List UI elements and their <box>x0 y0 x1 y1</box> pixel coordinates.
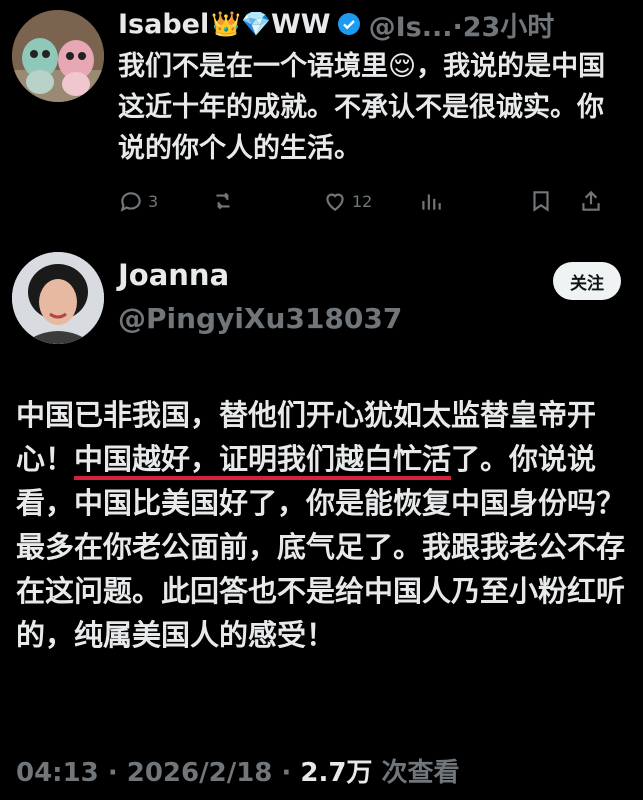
reply-icon <box>120 192 141 212</box>
tweet1-text: 我们不是在一个语境里😌，我说的是中国这近十年的成就。不承认不是很诚实。你说的你个… <box>118 51 606 164</box>
avatar-isabel[interactable] <box>12 10 104 102</box>
tweet2-timestamp[interactable]: 04:13 · 2026/2/18 · <box>16 758 300 788</box>
bookmark-button[interactable] <box>528 188 578 214</box>
avatar-joanna[interactable] <box>12 252 104 344</box>
profile-photo-image <box>12 252 104 344</box>
reply-count: 3 <box>148 191 159 211</box>
like-count: 12 <box>352 191 373 211</box>
tweet2-author-name[interactable]: Joanna <box>118 258 229 292</box>
plush-toys-avatar-image <box>12 10 104 102</box>
repost-button[interactable] <box>210 188 322 214</box>
tweet2-handle[interactable]: @PingyiXu318037 <box>118 302 402 335</box>
tweet1-header: Isabel 👑💎 WW @Is...·23小时 <box>118 4 554 44</box>
repost-icon <box>216 192 230 210</box>
tweet2-highlighted-text: 中国越好，证明我们越白忙活 <box>74 442 452 476</box>
tweet2-view-label: 次查看 <box>372 758 460 788</box>
tweet2-text: 中国已非我国，替他们开心犹如太监替皇帝开心！中国越好，证明我们越白忙活了。你说说… <box>16 393 631 657</box>
share-button[interactable] <box>578 188 618 214</box>
like-button[interactable]: 12 <box>322 188 418 214</box>
verified-badge-icon <box>337 12 361 36</box>
tweet2-meta: 04:13 · 2026/2/18 · 2.7万 次查看 <box>16 752 459 789</box>
tweet2-view-count: 2.7万 <box>300 758 373 788</box>
tweet1-handle-time[interactable]: @Is...·23小时 <box>369 5 555 44</box>
share-icon <box>582 190 600 211</box>
tweet1-author-name[interactable]: Isabel <box>118 9 209 40</box>
views-chart-icon <box>422 194 441 210</box>
tweet1-action-bar: 3 12 <box>118 188 630 214</box>
bookmark-icon <box>533 191 549 212</box>
views-button[interactable] <box>418 188 528 214</box>
reply-button[interactable]: 3 <box>118 188 210 214</box>
crown-diamond-badges-icon: 👑💎 <box>211 10 271 38</box>
tweet1-author-name-suffix[interactable]: WW <box>271 9 331 40</box>
heart-icon <box>326 193 344 211</box>
follow-button[interactable]: 关注 <box>553 262 621 300</box>
